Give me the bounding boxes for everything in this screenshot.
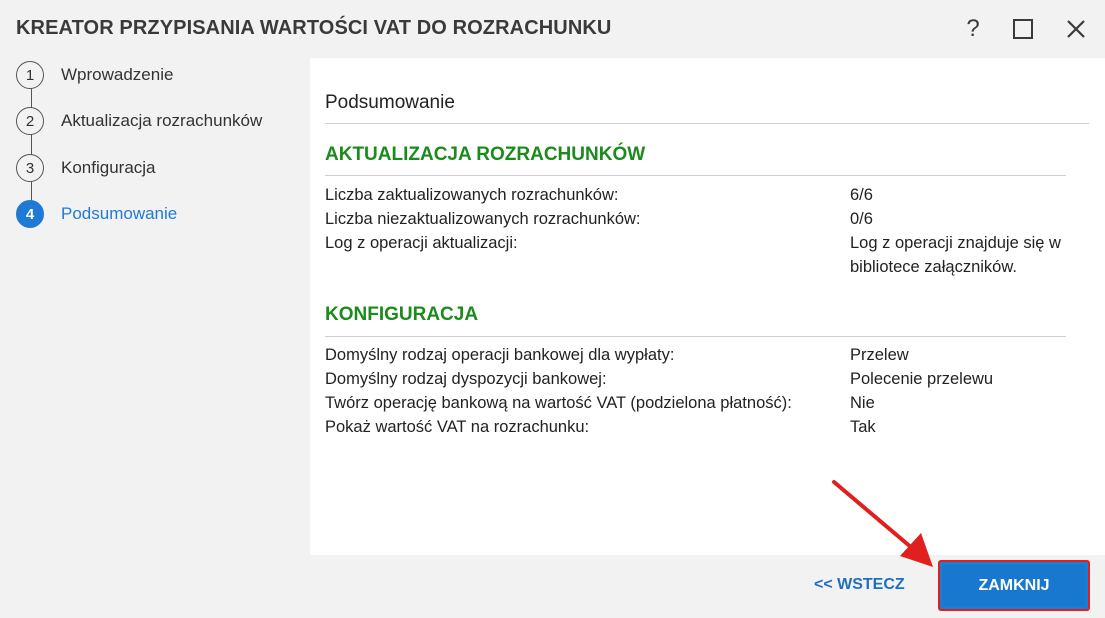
row-label: Pokaż wartość VAT na rozrachunku: bbox=[325, 418, 590, 436]
steps-connector bbox=[31, 76, 32, 216]
help-button[interactable]: ? bbox=[956, 12, 990, 46]
step-number: 2 bbox=[16, 107, 44, 135]
wizard-steps: 1 Wprowadzenie 2 Aktualizacja rozrachunk… bbox=[0, 58, 305, 358]
step-update: 2 Aktualizacja rozrachunków bbox=[16, 106, 262, 136]
close-icon bbox=[1067, 20, 1085, 38]
close-button[interactable]: ZAMKNIJ bbox=[943, 565, 1085, 606]
step-number-active: 4 bbox=[16, 200, 44, 228]
step-number: 3 bbox=[16, 154, 44, 182]
panel-title: Podsumowanie bbox=[325, 92, 455, 113]
window-title: KREATOR PRZYPISANIA WARTOŚCI VAT DO ROZR… bbox=[16, 17, 612, 39]
row-label: Domyślny rodzaj dyspozycji bankowej: bbox=[325, 370, 607, 388]
step-label-active: Podsumowanie bbox=[61, 204, 178, 223]
help-icon: ? bbox=[966, 15, 980, 42]
maximize-icon bbox=[1013, 19, 1033, 39]
row-value: Tak bbox=[850, 418, 876, 436]
close-button-highlight: ZAMKNIJ bbox=[938, 560, 1090, 611]
divider bbox=[325, 175, 1066, 176]
row-value: Nie bbox=[850, 394, 875, 412]
row-value: 6/6 bbox=[850, 186, 873, 204]
row-label: Domyślny rodzaj operacji bankowej dla wy… bbox=[325, 346, 675, 364]
divider bbox=[325, 336, 1066, 337]
step-label: Aktualizacja rozrachunków bbox=[61, 111, 263, 130]
step-number: 1 bbox=[16, 61, 44, 89]
step-configuration: 3 Konfiguracja bbox=[16, 153, 156, 183]
summary-panel: Podsumowanie AKTUALIZACJA ROZRACHUNKÓW L… bbox=[310, 58, 1105, 555]
section-title-update: AKTUALIZACJA ROZRACHUNKÓW bbox=[325, 144, 646, 165]
close-window-button[interactable] bbox=[1059, 12, 1093, 46]
row-label: Log z operacji aktualizacji: bbox=[325, 234, 518, 252]
row-value: Przelew bbox=[850, 346, 909, 364]
title-bar: KREATOR PRZYPISANIA WARTOŚCI VAT DO ROZR… bbox=[0, 0, 1105, 58]
row-label: Twórz operację bankową na wartość VAT (p… bbox=[325, 394, 792, 412]
row-value: 0/6 bbox=[850, 210, 873, 228]
maximize-button[interactable] bbox=[1006, 12, 1040, 46]
step-label: Konfiguracja bbox=[61, 158, 156, 177]
row-label: Liczba niezaktualizowanych rozrachunków: bbox=[325, 210, 641, 228]
step-introduction: 1 Wprowadzenie bbox=[16, 60, 173, 90]
section-title-config: KONFIGURACJA bbox=[325, 304, 479, 325]
row-label: Liczba zaktualizowanych rozrachunków: bbox=[325, 186, 619, 204]
back-button[interactable]: << WSTECZ bbox=[814, 576, 905, 594]
row-value: Log z operacji znajduje się w bibliotece… bbox=[850, 234, 1061, 276]
row-value: Polecenie przelewu bbox=[850, 370, 994, 388]
step-label: Wprowadzenie bbox=[61, 65, 174, 84]
step-summary: 4 Podsumowanie bbox=[16, 199, 177, 229]
divider bbox=[325, 123, 1089, 124]
